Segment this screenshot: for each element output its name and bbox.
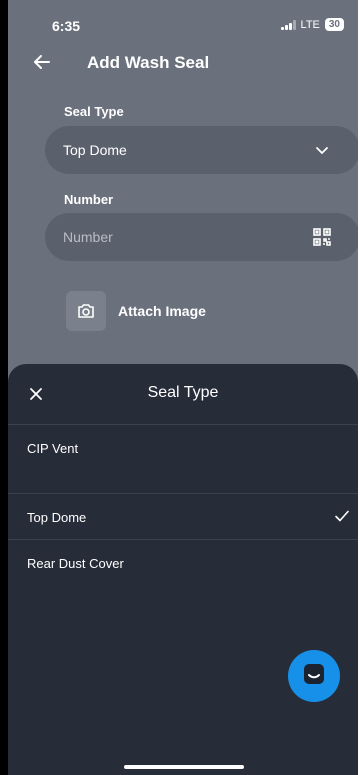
option-rear-dust-cover[interactable]: Rear Dust Cover <box>8 540 358 586</box>
number-placeholder: Number <box>63 229 113 245</box>
seal-type-select[interactable]: Top Dome <box>45 126 358 174</box>
camera-icon <box>66 291 106 331</box>
app-screen: 6:35 LTE 30 Add Wash Seal Seal Type Top … <box>8 0 358 775</box>
screen-frame <box>0 0 8 775</box>
header: Add Wash Seal <box>8 44 358 84</box>
number-field[interactable]: Number <box>45 213 358 261</box>
chat-icon <box>301 661 327 692</box>
chevron-down-icon <box>312 140 332 160</box>
qr-code-icon[interactable] <box>312 227 332 247</box>
attach-image-button[interactable]: Attach Image <box>66 291 206 331</box>
signal-icon <box>280 19 296 30</box>
back-arrow-icon[interactable] <box>30 50 54 74</box>
network-label: LTE <box>300 18 320 31</box>
option-top-dome[interactable]: Top Dome <box>8 494 358 540</box>
number-label: Number <box>64 192 114 207</box>
seal-type-label: Seal Type <box>64 104 124 119</box>
checkmark-icon <box>334 508 350 524</box>
battery-icon: 30 <box>324 18 344 31</box>
chat-button[interactable] <box>288 650 340 702</box>
sheet-title: Seal Type <box>147 384 219 401</box>
attach-image-label: Attach Image <box>118 303 206 319</box>
status-bar: 6:35 LTE 30 <box>8 0 358 44</box>
seal-type-sheet: Seal Type CIP Vent Top Dome Rear Dust Co… <box>8 364 358 775</box>
option-cip-vent[interactable]: CIP Vent <box>8 425 358 471</box>
page-title: Add Wash Seal <box>87 53 210 72</box>
status-time: 6:35 <box>52 18 81 34</box>
option-label: Rear Dust Cover <box>27 555 124 571</box>
option-label: Top Dome <box>27 509 87 525</box>
home-indicator <box>124 765 244 769</box>
status-indicators: LTE 30 <box>280 18 344 31</box>
option-label: CIP Vent <box>27 440 79 456</box>
seal-type-value: Top Dome <box>63 142 127 158</box>
